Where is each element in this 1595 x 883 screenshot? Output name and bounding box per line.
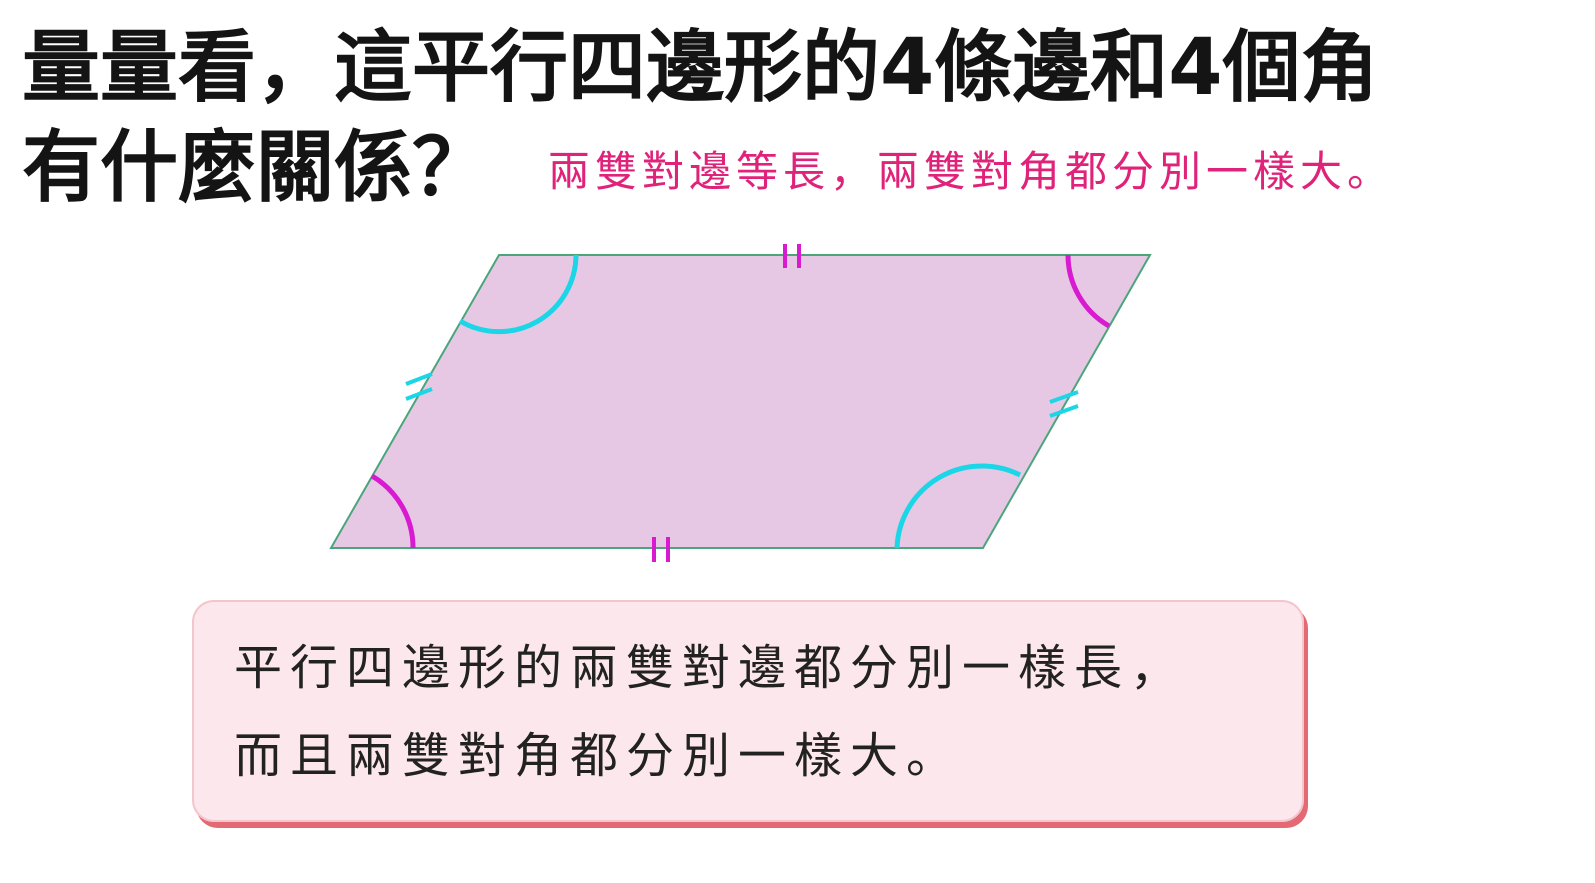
summary-box: 平行四邊形的兩雙對邊都分別一樣長， 而且兩雙對角都分別一樣大。 xyxy=(192,600,1304,822)
summary-line-2: 而且兩雙對角都分別一樣大。 xyxy=(234,728,963,784)
summary-line-1: 平行四邊形的兩雙對邊都分別一樣長， xyxy=(234,640,1187,696)
parallelogram-shape xyxy=(329,254,1152,549)
